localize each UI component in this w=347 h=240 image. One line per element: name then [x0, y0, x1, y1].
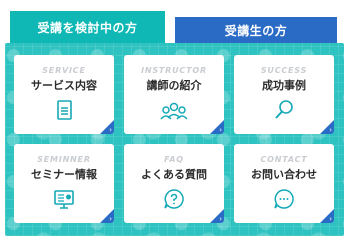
monitor-icon — [54, 190, 74, 209]
card-en-label: CONTACT — [260, 155, 308, 164]
card-en-label: SERVICE — [42, 66, 86, 75]
audience-tabs: 受講を検討中の方 受講生の方 — [10, 11, 339, 43]
card-title: セミナー情報 — [31, 168, 97, 181]
chat-icon — [274, 189, 294, 209]
chevron-right-icon: › — [329, 215, 332, 223]
success-card[interactable]: SUCCESS 成功事例 › — [234, 55, 334, 134]
card-title: 講師の紹介 — [146, 79, 202, 92]
card-en-label: INSTRUCTOR — [141, 66, 207, 75]
card-title: 成功事例 — [262, 79, 306, 92]
seminar-card[interactable]: SEMINNER セミナー情報 › — [14, 144, 114, 223]
document-icon — [57, 100, 72, 120]
chevron-right-icon: › — [109, 126, 112, 134]
people-icon — [160, 102, 188, 120]
magnifier-icon — [275, 100, 293, 119]
chevron-right-icon: › — [219, 215, 222, 223]
card-en-label: FAQ — [164, 155, 184, 164]
card-en-label: SUCCESS — [260, 66, 308, 75]
card-title: よくある質問 — [141, 168, 207, 181]
card-title: サービス内容 — [31, 79, 97, 92]
contact-card[interactable]: CONTACT お問い合わせ › — [234, 144, 334, 223]
chevron-right-icon: › — [219, 126, 222, 134]
menu-grid: SERVICE サービス内容 › INSTRUCTOR 講師の紹介 › SUCC… — [14, 55, 335, 230]
card-title: お問い合わせ — [251, 168, 317, 181]
chevron-right-icon: › — [109, 215, 112, 223]
tab-current-students[interactable]: 受講生の方 — [175, 17, 337, 43]
tab-prospective[interactable]: 受講を検討中の方 — [10, 11, 165, 43]
card-en-label: SEMINNER — [37, 155, 91, 164]
chevron-right-icon: › — [329, 126, 332, 134]
service-card[interactable]: SERVICE サービス内容 › — [14, 55, 114, 134]
instructor-card[interactable]: INSTRUCTOR 講師の紹介 › — [124, 55, 224, 134]
faq-card[interactable]: FAQ よくある質問 › — [124, 144, 224, 223]
question-icon — [164, 189, 184, 209]
